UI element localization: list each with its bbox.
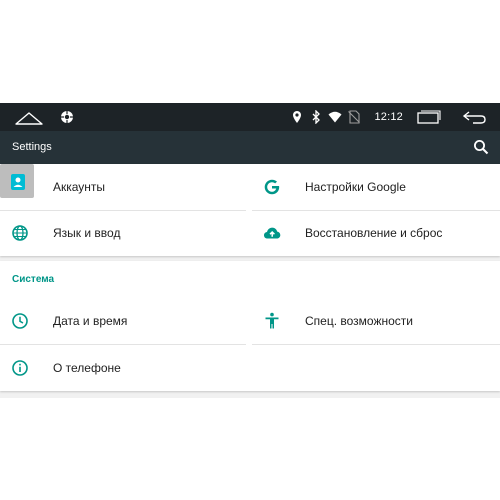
status-icons: 12:12 (290, 103, 500, 131)
page-title: Settings (12, 141, 52, 153)
settings-item-backup-reset[interactable]: Восстановление и сброс (252, 210, 498, 256)
info-icon (12, 360, 28, 376)
personal-settings-card: Аккаунты Настройки Google Язык и ввод Во… (0, 164, 500, 256)
home-outline-icon[interactable] (14, 110, 44, 126)
cloud-upload-icon (264, 227, 281, 239)
globe-icon (12, 225, 28, 241)
clock-icon (12, 313, 28, 329)
settings-item-google[interactable]: Настройки Google (252, 164, 498, 210)
settings-item-accounts[interactable]: Аккаунты (0, 164, 246, 210)
settings-app-icon[interactable] (60, 110, 74, 124)
accessibility-icon (265, 312, 279, 329)
settings-item-label: О телефоне (53, 361, 121, 375)
app-bar: Settings (0, 131, 500, 164)
location-icon (293, 111, 302, 123)
settings-item-label: Спец. возможности (305, 314, 413, 328)
settings-item-accessibility[interactable]: Спец. возможности (252, 298, 498, 344)
google-icon (264, 179, 280, 195)
divider (252, 344, 500, 345)
bluetooth-icon (313, 110, 321, 124)
account-icon (11, 174, 25, 190)
status-bar: 12:12 (0, 103, 500, 131)
settings-item-date-time[interactable]: Дата и время (0, 298, 246, 344)
settings-item-label: Язык и ввод (53, 226, 121, 240)
settings-item-label: Настройки Google (305, 180, 406, 194)
recents-icon[interactable] (415, 110, 441, 124)
settings-item-label: Аккаунты (53, 180, 106, 194)
settings-item-label: Восстановление и сброс (305, 226, 443, 240)
search-icon[interactable] (473, 139, 489, 155)
system-settings-card: Система Дата и время Спец. возможности О (0, 261, 500, 391)
back-icon[interactable] (461, 110, 487, 124)
wifi-icon (328, 111, 342, 123)
settings-screen: 12:12 Settings Аккаунты Настройки Google… (0, 103, 500, 398)
status-time: 12:12 (374, 111, 403, 123)
settings-item-about-phone[interactable]: О телефоне (0, 345, 246, 391)
no-sim-icon (348, 110, 361, 124)
settings-item-label: Дата и время (53, 314, 128, 328)
settings-item-language[interactable]: Язык и ввод (0, 210, 246, 256)
section-title-system: Система (12, 274, 55, 285)
